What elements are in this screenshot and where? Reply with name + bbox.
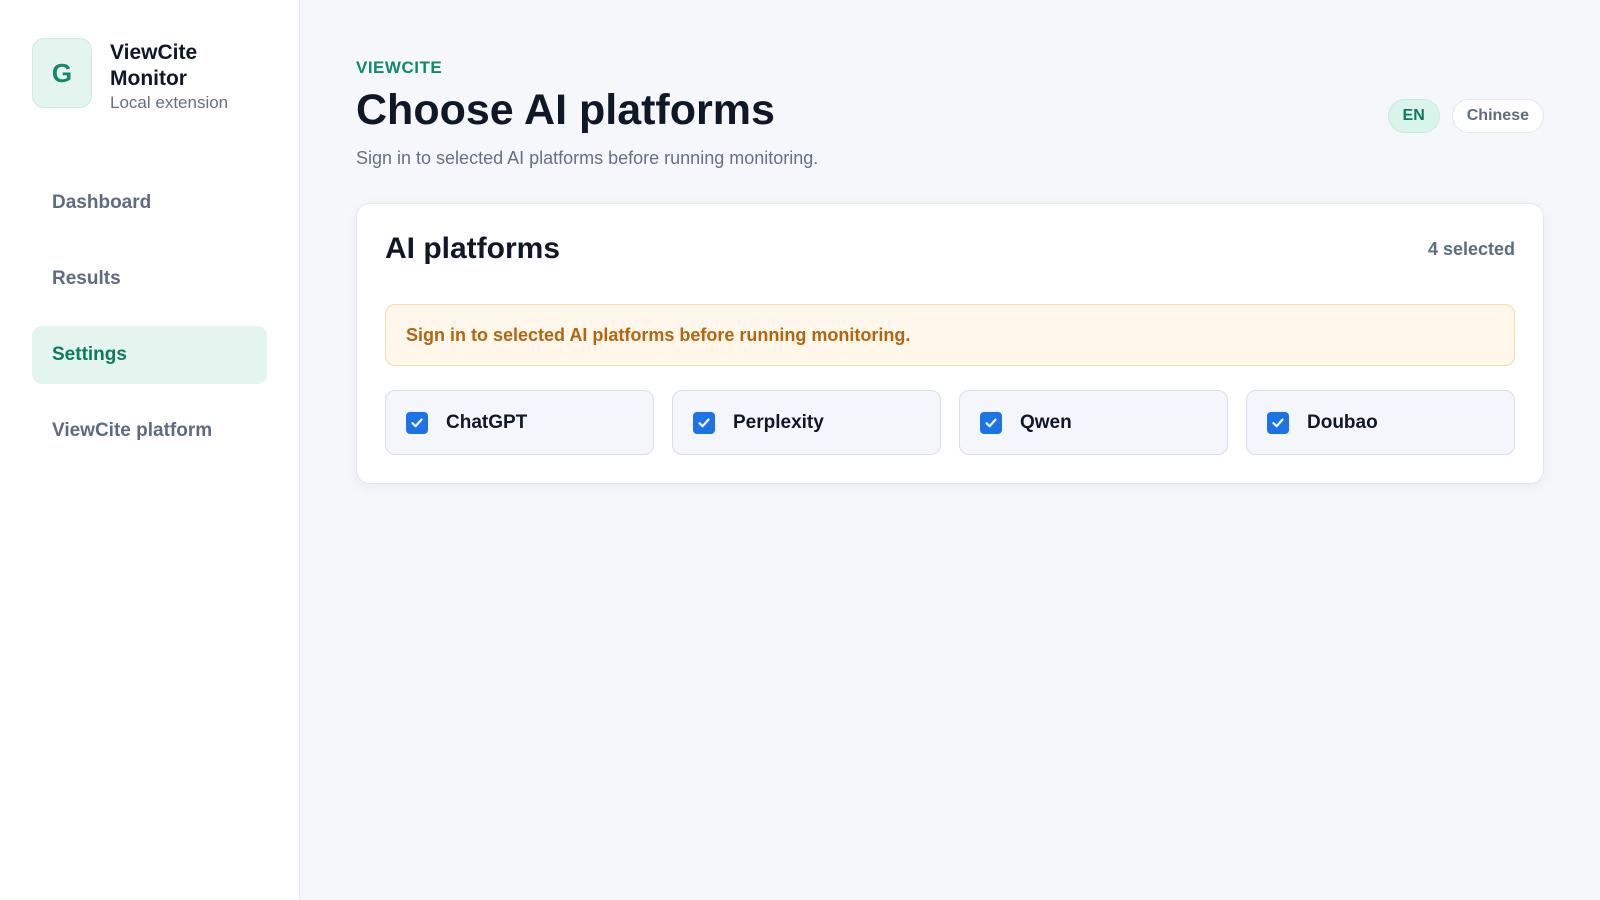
platform-option-qwen[interactable]: Qwen: [959, 390, 1228, 455]
sidebar-item-settings[interactable]: Settings: [32, 326, 267, 384]
platform-name: Qwen: [1020, 411, 1072, 433]
platform-name: ChatGPT: [446, 411, 528, 433]
platform-list: ChatGPT Perplexity Qwen Doubao: [385, 390, 1515, 455]
card-header: AI platforms 4 selected: [385, 232, 1515, 266]
card-title: AI platforms: [385, 232, 561, 265]
sidebar-item-results[interactable]: Results: [32, 250, 267, 308]
checkbox-checked-icon[interactable]: [693, 411, 715, 434]
language-chinese-button[interactable]: Chinese: [1451, 99, 1544, 133]
platform-name: Perplexity: [733, 411, 824, 433]
app-name: ViewCite Monitor: [110, 41, 198, 90]
app-logo: G: [32, 38, 92, 108]
page-header: VIEWCITE Choose AI platforms Sign in to …: [356, 58, 1544, 169]
header-text: VIEWCITE Choose AI platforms Sign in to …: [356, 58, 818, 169]
platform-option-perplexity[interactable]: Perplexity: [672, 390, 941, 455]
eyebrow-label: VIEWCITE: [356, 58, 443, 77]
brand: G ViewCite Monitor Local extension: [32, 38, 267, 114]
page-title: Choose AI platforms: [356, 86, 775, 134]
checkbox-checked-icon[interactable]: [406, 411, 428, 434]
sidebar-item-dashboard[interactable]: Dashboard: [32, 174, 267, 232]
selected-count: 4 selected: [1427, 238, 1515, 259]
platform-name: Doubao: [1307, 411, 1378, 433]
app-subtitle: Local extension: [110, 93, 229, 112]
sidebar-item-viewcite-platform[interactable]: ViewCite platform: [32, 402, 267, 460]
platform-option-chatgpt[interactable]: ChatGPT: [385, 390, 654, 455]
checkbox-checked-icon[interactable]: [980, 411, 1002, 434]
brand-text: ViewCite Monitor Local extension: [110, 38, 230, 114]
sidebar: G ViewCite Monitor Local extension Dashb…: [0, 0, 300, 900]
sidebar-nav: Dashboard Results Settings ViewCite plat…: [32, 174, 267, 460]
ai-platforms-card: AI platforms 4 selected Sign in to selec…: [356, 203, 1544, 484]
signin-notice: Sign in to selected AI platforms before …: [385, 304, 1515, 366]
main-content: VIEWCITE Choose AI platforms Sign in to …: [300, 0, 1600, 900]
language-en-button[interactable]: EN: [1387, 99, 1440, 133]
page-subtitle: Sign in to selected AI platforms before …: [356, 148, 819, 168]
language-toggle: EN Chinese: [1387, 99, 1544, 133]
platform-option-doubao[interactable]: Doubao: [1246, 390, 1515, 455]
checkbox-checked-icon[interactable]: [1267, 411, 1289, 434]
